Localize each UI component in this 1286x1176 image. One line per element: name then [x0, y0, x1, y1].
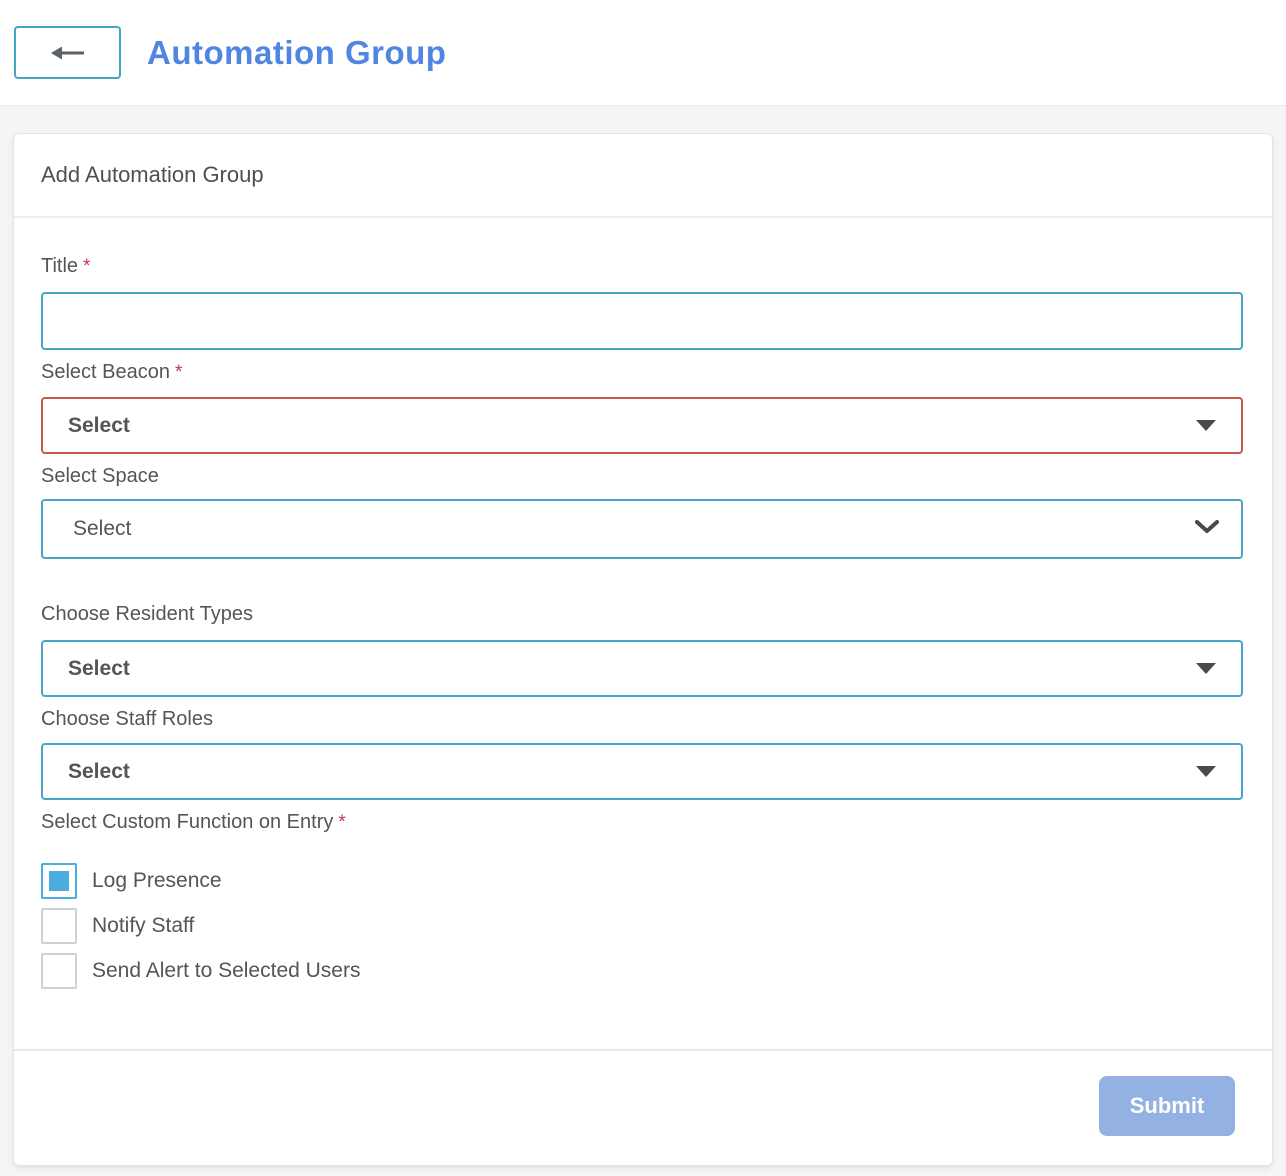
card-title: Add Automation Group — [41, 162, 264, 188]
staff-roles-dropdown[interactable]: Select — [41, 743, 1243, 800]
caret-down-icon — [1196, 766, 1216, 777]
checkbox-icon[interactable] — [41, 908, 77, 944]
space-select[interactable]: Select — [41, 499, 1243, 559]
space-label: Select Space — [41, 463, 1243, 489]
arrow-left-icon — [51, 45, 85, 61]
card-body: Title* Select Beacon* Select Select Spac… — [14, 218, 1272, 1049]
checkbox-icon[interactable] — [41, 863, 77, 899]
beacon-label: Select Beacon* — [41, 359, 1243, 386]
page-title: Automation Group — [147, 34, 446, 72]
add-automation-group-card: Add Automation Group Title* Select Beaco… — [13, 133, 1273, 1166]
checkbox-fill — [49, 871, 69, 891]
required-asterisk: * — [338, 812, 345, 833]
resident-types-label: Choose Resident Types — [41, 601, 1243, 627]
checkbox-icon[interactable] — [41, 953, 77, 989]
required-asterisk: * — [175, 362, 182, 383]
resident-types-dropdown-value: Select — [68, 657, 130, 681]
checkbox-fill — [49, 916, 69, 936]
title-label: Title* — [41, 253, 1243, 280]
chevron-down-icon — [1195, 520, 1219, 539]
required-asterisk: * — [83, 256, 90, 277]
checkbox-fill — [49, 961, 69, 981]
checkbox-row-log-presence[interactable]: Log Presence — [41, 863, 1243, 899]
title-input[interactable] — [41, 292, 1243, 350]
beacon-dropdown[interactable]: Select — [41, 397, 1243, 454]
checkbox-label: Send Alert to Selected Users — [92, 959, 360, 983]
checkbox-row-notify-staff[interactable]: Notify Staff — [41, 908, 1243, 944]
staff-roles-dropdown-value: Select — [68, 760, 130, 784]
beacon-dropdown-value: Select — [68, 414, 130, 438]
back-button[interactable] — [14, 26, 121, 79]
top-header: Automation Group — [0, 0, 1286, 106]
custom-function-options: Log Presence Notify Staff Send Alert to … — [41, 863, 1243, 989]
submit-button[interactable]: Submit — [1099, 1076, 1235, 1136]
custom-function-label: Select Custom Function on Entry* — [41, 809, 1243, 836]
space-select-value: Select — [73, 517, 131, 541]
card-header: Add Automation Group — [14, 134, 1272, 218]
caret-down-icon — [1196, 420, 1216, 431]
checkbox-row-send-alert[interactable]: Send Alert to Selected Users — [41, 953, 1243, 989]
card-footer: Submit — [14, 1049, 1272, 1165]
resident-types-dropdown[interactable]: Select — [41, 640, 1243, 697]
caret-down-icon — [1196, 663, 1216, 674]
checkbox-label: Notify Staff — [92, 914, 194, 938]
staff-roles-label: Choose Staff Roles — [41, 706, 1243, 732]
checkbox-label: Log Presence — [92, 869, 222, 893]
